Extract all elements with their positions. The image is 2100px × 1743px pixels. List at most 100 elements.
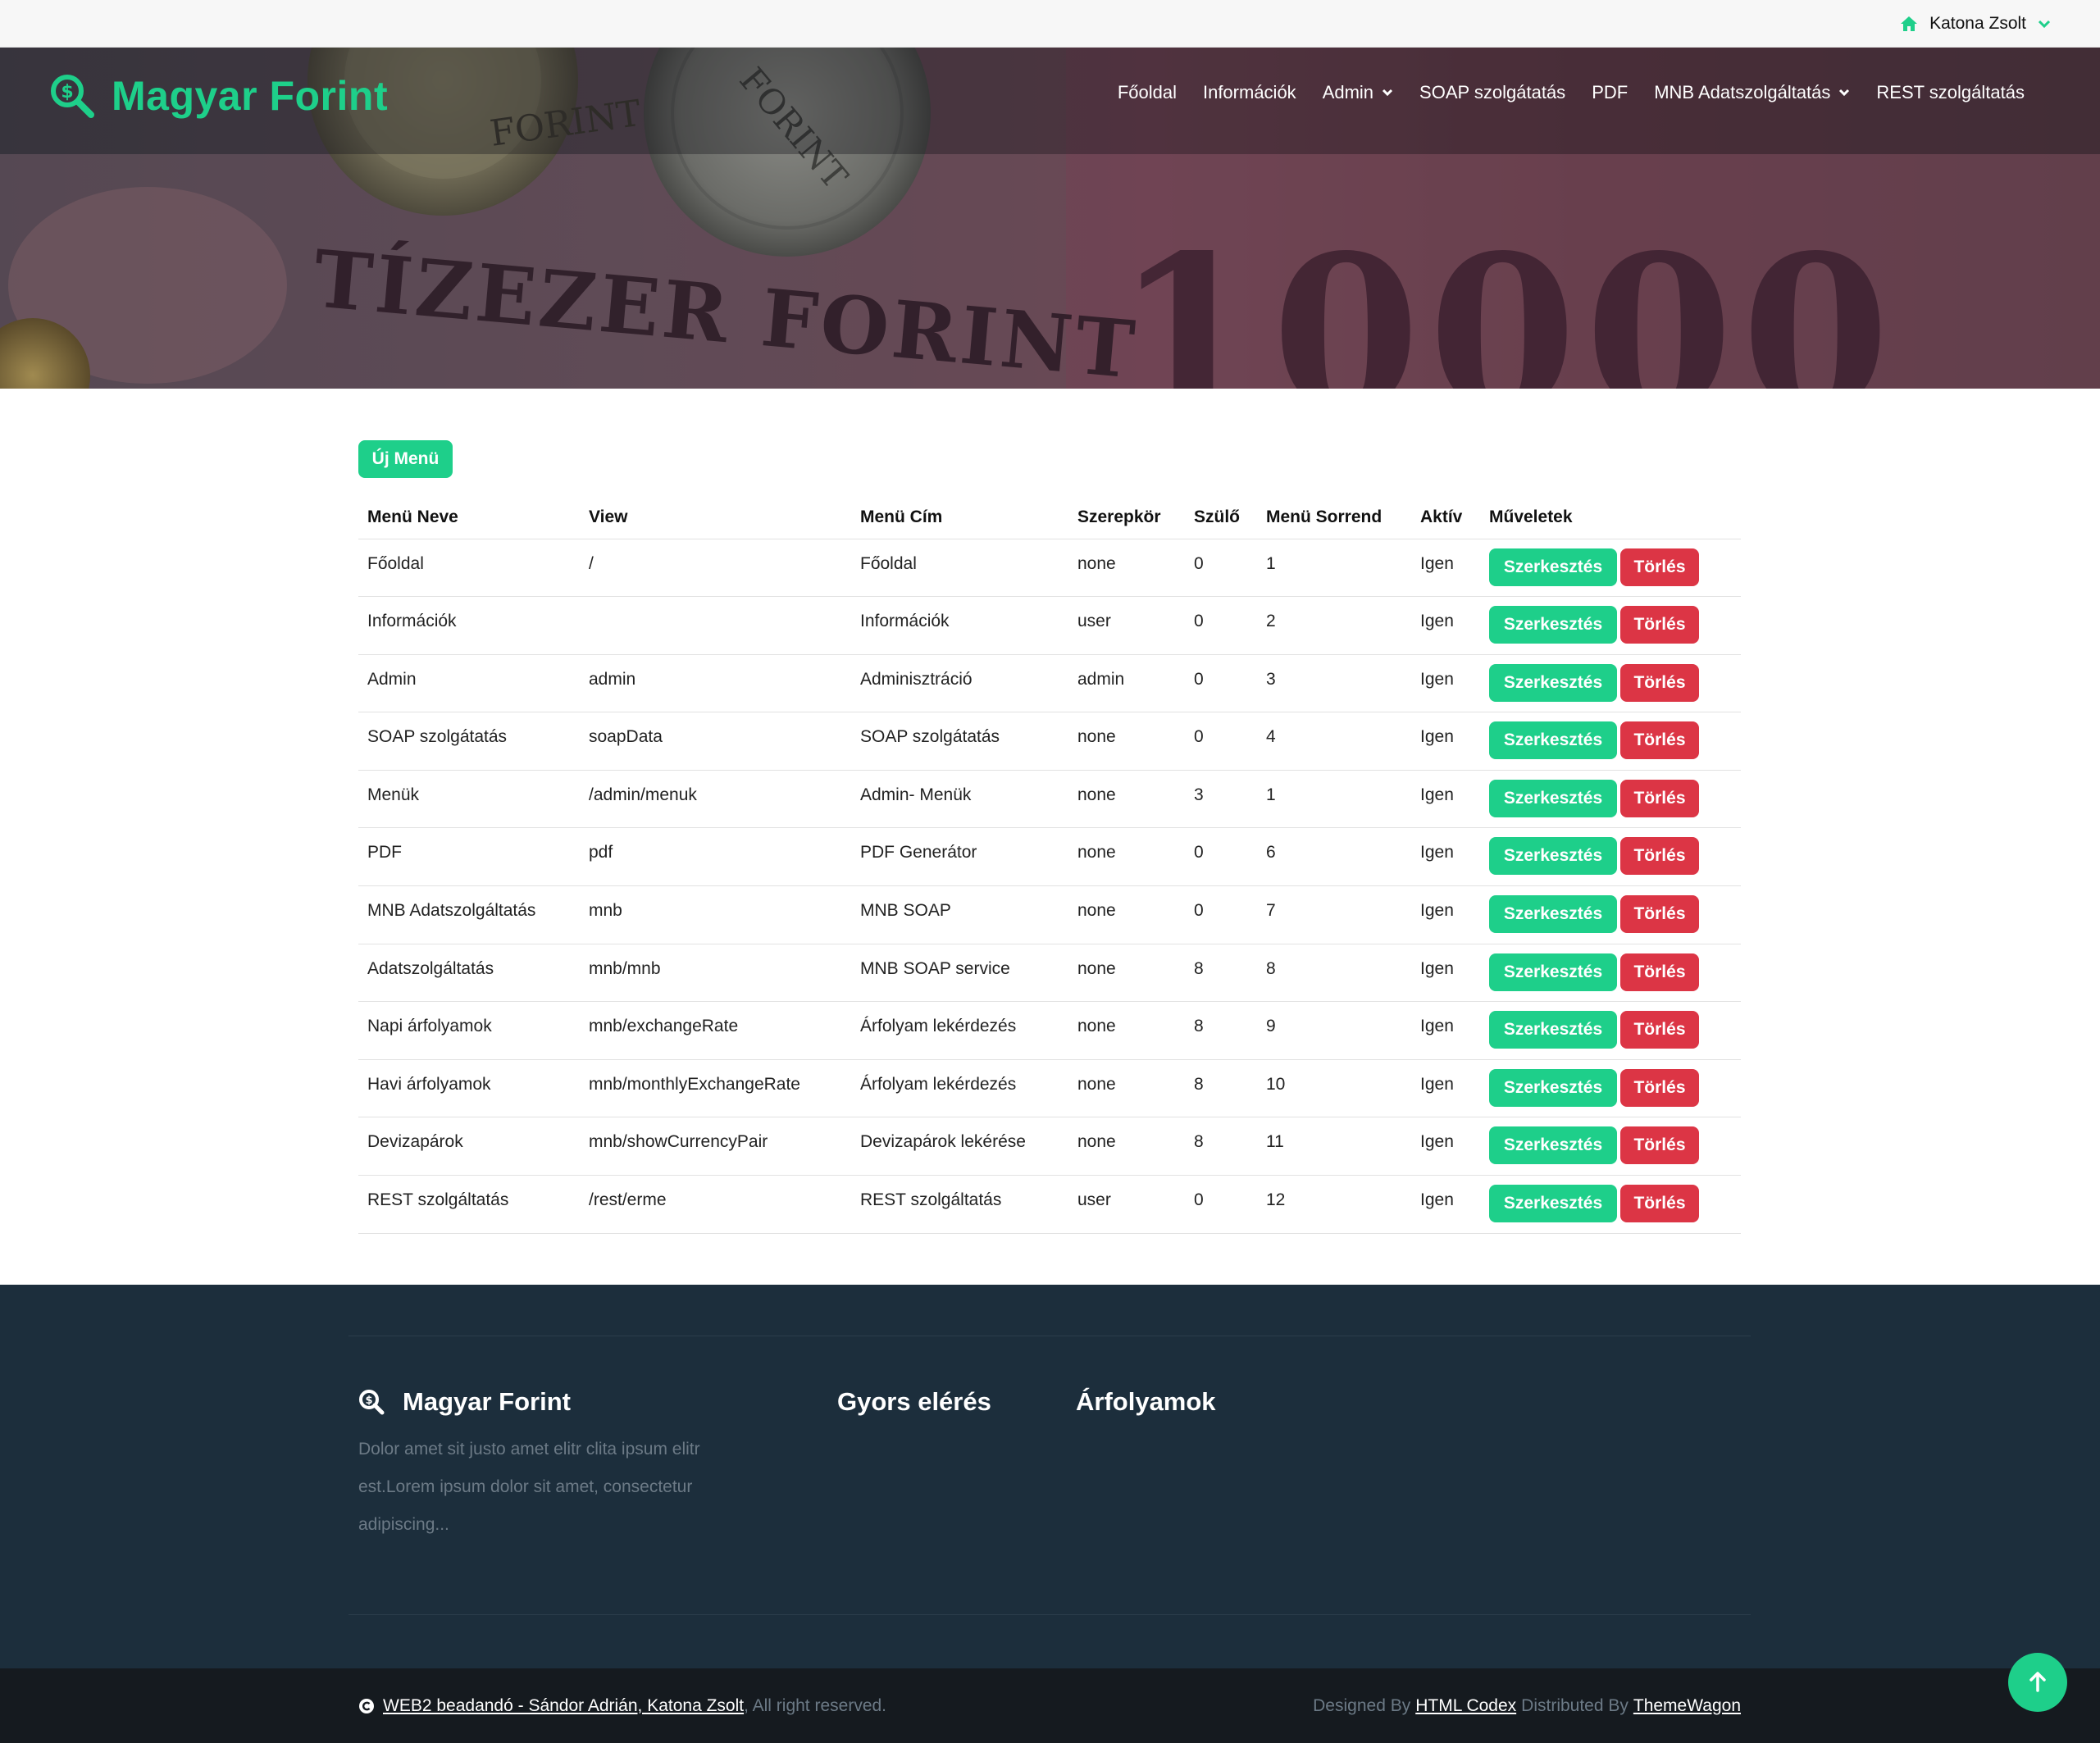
copyright-bar: WEB2 beadandó - Sándor Adrián, Katona Zs… xyxy=(0,1668,2100,1743)
brand-name: Magyar Forint xyxy=(112,73,389,119)
table-row: REST szolgáltatás/rest/erme REST szolgált… xyxy=(358,1175,1741,1234)
copyright-link[interactable]: WEB2 beadandó - Sándor Adrián, Katona Zs… xyxy=(383,1696,744,1715)
nav-item-informaciok[interactable]: Információk xyxy=(1203,82,1296,103)
edit-button[interactable]: Szerkesztés xyxy=(1489,721,1617,760)
active-cell: Igen xyxy=(1411,539,1480,598)
menu-name-cell: Adatszolgáltatás xyxy=(358,944,580,1003)
new-menu-button[interactable]: Új Menü xyxy=(358,440,453,478)
main-nav: Főoldal Információk Admin SOAP szolgátat… xyxy=(1118,82,2025,103)
edit-button[interactable]: Szerkesztés xyxy=(1489,837,1617,876)
nav-item-mnb[interactable]: MNB Adatszolgáltatás xyxy=(1654,82,1850,103)
view-cell: / xyxy=(580,539,851,598)
parent-cell: 0 xyxy=(1185,712,1257,771)
edit-button[interactable]: Szerkesztés xyxy=(1489,779,1617,817)
active-cell: Igen xyxy=(1411,885,1480,944)
delete-button[interactable]: Törlés xyxy=(1620,953,1699,991)
edit-button[interactable]: Szerkesztés xyxy=(1489,1126,1617,1165)
edit-button[interactable]: Szerkesztés xyxy=(1489,953,1617,991)
view-cell xyxy=(580,596,851,655)
menu-title-cell: SOAP szolgátatás xyxy=(851,712,1068,771)
delete-button[interactable]: Törlés xyxy=(1620,721,1699,760)
view-cell: soapData xyxy=(580,712,851,771)
distributed-by-label: Distributed By xyxy=(1521,1695,1629,1715)
active-cell: Igen xyxy=(1411,1001,1480,1060)
brand-logo[interactable]: $ Magyar Forint xyxy=(49,72,388,120)
column-header: Szülő xyxy=(1185,496,1257,539)
nav-item-fooldal[interactable]: Főoldal xyxy=(1118,82,1177,103)
nav-item-pdf[interactable]: PDF xyxy=(1592,82,1628,103)
menu-name-cell: MNB Adatszolgáltatás xyxy=(358,885,580,944)
parent-cell: 8 xyxy=(1185,944,1257,1003)
parent-cell: 0 xyxy=(1185,1175,1257,1234)
footer-description: Dolor amet sit justo amet elitr clita ip… xyxy=(358,1440,700,1534)
menu-title-cell: Admin- Menük xyxy=(851,770,1068,829)
role-cell: none xyxy=(1068,1001,1185,1060)
actions-cell: Szerkesztés Törlés xyxy=(1480,654,1741,713)
svg-text:$: $ xyxy=(61,82,73,102)
actions-cell: Szerkesztés Törlés xyxy=(1480,885,1741,944)
actions-cell: Szerkesztés Törlés xyxy=(1480,1117,1741,1176)
user-menu[interactable]: Katona Zsolt xyxy=(1900,0,2051,48)
role-cell: none xyxy=(1068,885,1185,944)
table-row: Információk Információk user 0 2 Igen Szerkesz… xyxy=(358,596,1741,655)
order-cell: 4 xyxy=(1257,712,1411,771)
nav-item-label: Főoldal xyxy=(1117,82,1177,102)
active-cell: Igen xyxy=(1411,1059,1480,1118)
nav-item-soap[interactable]: SOAP szolgátatás xyxy=(1419,82,1565,103)
delete-button[interactable]: Törlés xyxy=(1620,779,1699,817)
actions-cell: Szerkesztés Törlés xyxy=(1480,539,1741,598)
user-name[interactable]: Katona Zsolt xyxy=(1929,14,2026,34)
delete-button[interactable]: Törlés xyxy=(1620,1185,1699,1223)
nav-item-label: PDF xyxy=(1592,82,1629,102)
delete-button[interactable]: Törlés xyxy=(1620,1011,1699,1049)
chevron-down-icon xyxy=(1382,89,1393,97)
delete-button[interactable]: Törlés xyxy=(1620,837,1699,876)
menu-title-cell: Főoldal xyxy=(851,539,1068,598)
order-cell: 9 xyxy=(1257,1001,1411,1060)
menu-title-cell: REST szolgáltatás xyxy=(851,1175,1068,1234)
nav-item-rest[interactable]: REST szolgáltatás xyxy=(1876,82,2025,103)
edit-button[interactable]: Szerkesztés xyxy=(1489,606,1617,644)
edit-button[interactable]: Szerkesztés xyxy=(1489,548,1617,586)
back-to-top-button[interactable] xyxy=(2008,1653,2067,1712)
view-cell: /admin/menuk xyxy=(580,770,851,829)
search-dollar-icon: $ xyxy=(51,75,94,118)
column-header: Menü Sorrend xyxy=(1257,496,1411,539)
footer-brand: $ Magyar Forint xyxy=(358,1387,571,1417)
menu-title-cell: Árfolyam lekérdezés xyxy=(851,1001,1068,1060)
delete-button[interactable]: Törlés xyxy=(1620,548,1699,586)
view-cell: mnb xyxy=(580,885,851,944)
nav-item-admin[interactable]: Admin xyxy=(1323,82,1393,103)
table-row: Menük/admin/menuk Admin- Menük none 3 1 Igen S… xyxy=(358,770,1741,829)
active-cell: Igen xyxy=(1411,770,1480,829)
delete-button[interactable]: Törlés xyxy=(1620,663,1699,702)
edit-button[interactable]: Szerkesztés xyxy=(1489,663,1617,702)
delete-button[interactable]: Törlés xyxy=(1620,1126,1699,1165)
order-cell: 12 xyxy=(1257,1175,1411,1234)
banknote-number: 10000 xyxy=(1115,209,1898,389)
menu-name-cell: PDF xyxy=(358,827,580,887)
edit-button[interactable]: Szerkesztés xyxy=(1489,1068,1617,1107)
menu-title-cell: Devizapárok lekérése xyxy=(851,1117,1068,1176)
role-cell: none xyxy=(1068,539,1185,598)
actions-cell: Szerkesztés Törlés xyxy=(1480,712,1741,771)
chevron-down-icon xyxy=(2038,20,2051,29)
active-cell: Igen xyxy=(1411,944,1480,1003)
delete-button[interactable]: Törlés xyxy=(1620,895,1699,934)
hero-banner: FORINT FORINT TÍZEZER FORINT 10000 $ Mag… xyxy=(0,48,2100,389)
role-cell: none xyxy=(1068,1117,1185,1176)
order-cell: 8 xyxy=(1257,944,1411,1003)
delete-button[interactable]: Törlés xyxy=(1620,1068,1699,1107)
edit-button[interactable]: Szerkesztés xyxy=(1489,1185,1617,1223)
footer-brand-name: Magyar Forint xyxy=(403,1387,571,1416)
distributor-link[interactable]: ThemeWagon xyxy=(1633,1696,1741,1716)
menu-title-cell: Információk xyxy=(851,596,1068,655)
footer-rates-title: Árfolyamok xyxy=(1076,1387,1216,1416)
delete-button[interactable]: Törlés xyxy=(1620,606,1699,644)
edit-button[interactable]: Szerkesztés xyxy=(1489,1011,1617,1049)
nav-item-label: Admin xyxy=(1322,82,1374,102)
edit-button[interactable]: Szerkesztés xyxy=(1489,895,1617,934)
parent-cell: 3 xyxy=(1185,770,1257,829)
parent-cell: 8 xyxy=(1185,1001,1257,1060)
designer-link[interactable]: HTML Codex xyxy=(1415,1696,1516,1716)
